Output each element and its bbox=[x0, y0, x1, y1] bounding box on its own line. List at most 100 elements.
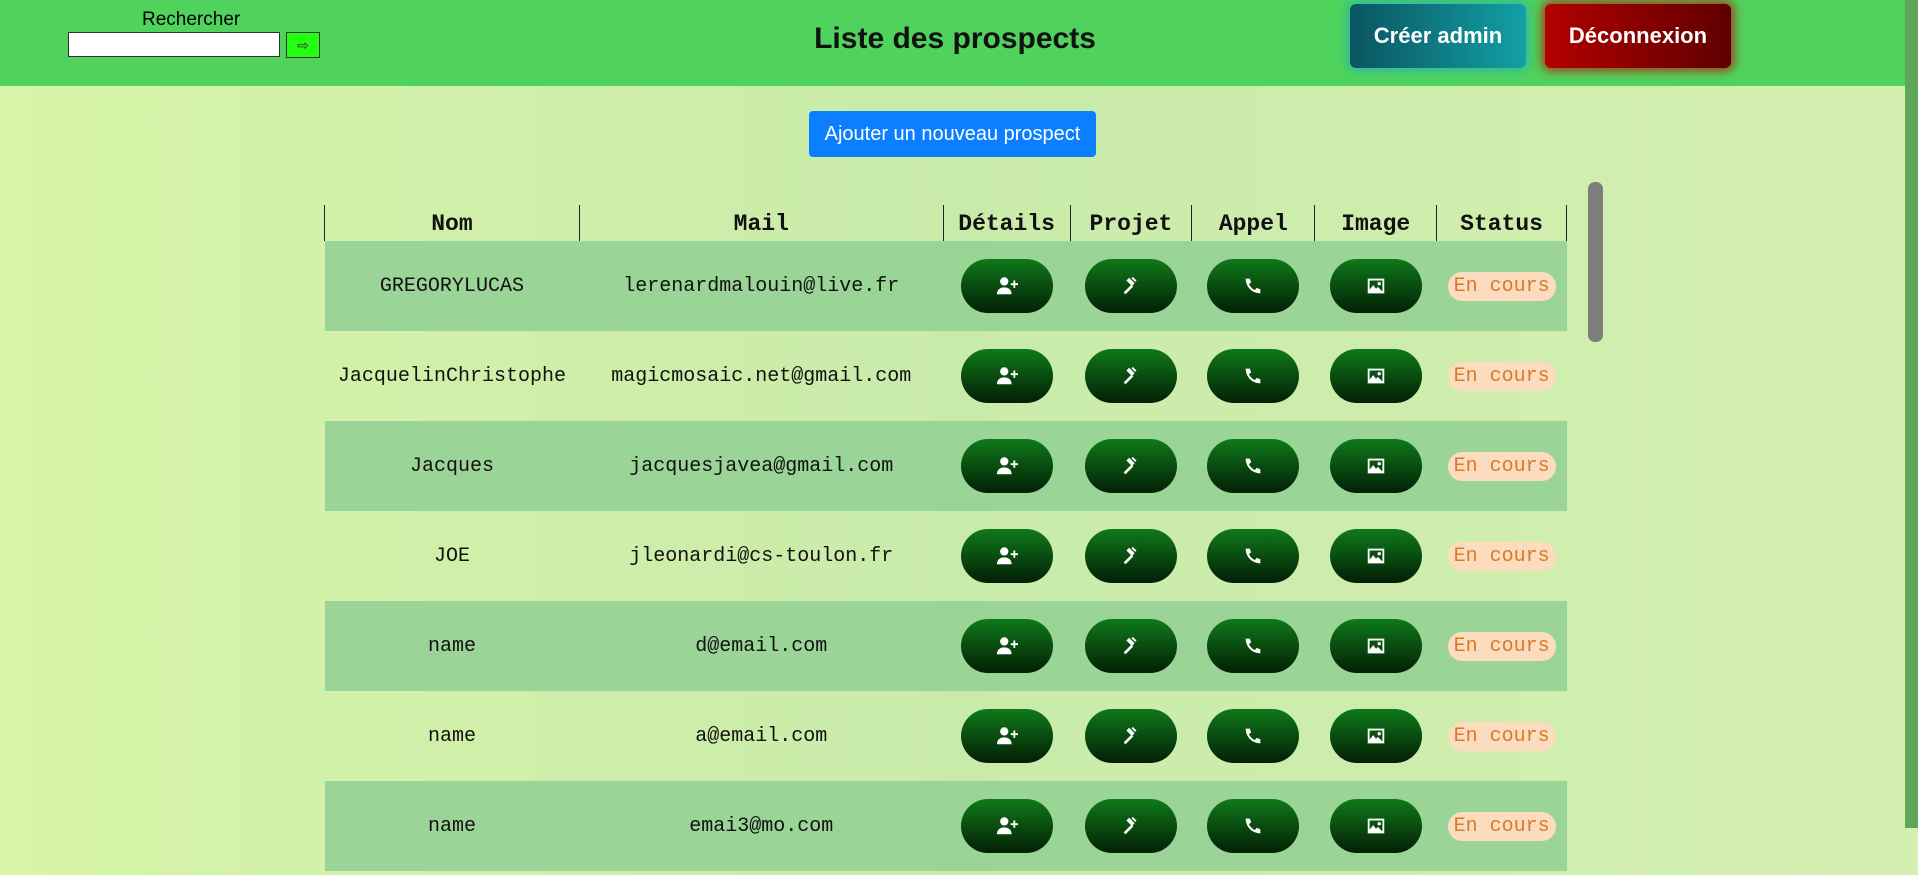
image-icon bbox=[1367, 548, 1384, 564]
table-row: JacquelinChristophe magicmosaic.net@gmai… bbox=[325, 331, 1567, 421]
call-button[interactable] bbox=[1207, 529, 1300, 583]
hammer-icon bbox=[1123, 366, 1137, 385]
prospect-mail: a@email.com bbox=[695, 724, 828, 748]
logout-button[interactable]: Déconnexion bbox=[1545, 4, 1731, 68]
top-header: Rechercher ⇨ Liste des prospects Créer a… bbox=[0, 0, 1905, 86]
column-header-mail: Mail bbox=[578, 205, 944, 241]
table-row: GREGORYLUCAS lerenardmalouin@live.fr En … bbox=[324, 241, 1567, 331]
prospect-name: JacquelinChristophe bbox=[337, 364, 566, 388]
search-input[interactable] bbox=[68, 32, 280, 57]
user-plus-icon bbox=[996, 727, 1018, 745]
user-plus-icon bbox=[996, 457, 1018, 475]
call-button[interactable] bbox=[1207, 709, 1300, 763]
phone-icon bbox=[1245, 368, 1261, 384]
status-badge: En cours bbox=[1447, 631, 1556, 661]
prospect-mail: magicmosaic.net@gmail.com bbox=[611, 364, 912, 388]
status-badge: En cours bbox=[1447, 361, 1556, 391]
project-button[interactable] bbox=[1084, 349, 1177, 403]
hammer-icon bbox=[1123, 456, 1137, 475]
table-scrollbar-thumb[interactable] bbox=[1588, 182, 1603, 342]
status-badge: En cours bbox=[1447, 541, 1556, 571]
column-header-projet: Projet bbox=[1069, 205, 1192, 241]
user-plus-icon bbox=[996, 367, 1018, 385]
page-edge-bar bbox=[1905, 0, 1918, 828]
image-button[interactable] bbox=[1329, 259, 1422, 313]
project-button[interactable] bbox=[1084, 619, 1177, 673]
prospect-mail: jacquesjavea@gmail.com bbox=[579, 421, 944, 511]
page-title: Liste des prospects bbox=[814, 22, 1096, 55]
details-button[interactable] bbox=[960, 799, 1053, 853]
status-badge: En cours bbox=[1447, 451, 1556, 481]
image-icon bbox=[1367, 458, 1384, 474]
image-button[interactable] bbox=[1329, 619, 1422, 673]
phone-icon bbox=[1245, 278, 1261, 294]
details-button[interactable] bbox=[960, 529, 1053, 583]
table-header-row: Nom Mail Détails Projet Appel Image Stat… bbox=[324, 205, 1567, 241]
phone-icon bbox=[1245, 638, 1261, 654]
image-icon bbox=[1367, 728, 1384, 744]
hammer-icon bbox=[1123, 636, 1137, 655]
prospect-mail: d@email.com bbox=[579, 601, 944, 691]
prospect-name: GREGORYLUCAS bbox=[324, 241, 580, 331]
call-button[interactable] bbox=[1207, 259, 1300, 313]
call-button[interactable] bbox=[1207, 349, 1300, 403]
column-header-image: Image bbox=[1314, 205, 1437, 241]
project-button[interactable] bbox=[1084, 529, 1177, 583]
details-button[interactable] bbox=[960, 259, 1053, 313]
prospect-mail: jleonardi@cs-toulon.fr bbox=[629, 544, 894, 568]
details-button[interactable] bbox=[960, 439, 1053, 493]
add-prospect-button[interactable]: Ajouter un nouveau prospect bbox=[809, 111, 1096, 157]
phone-icon bbox=[1245, 548, 1261, 564]
user-plus-icon bbox=[996, 547, 1018, 565]
prospect-name: name bbox=[427, 724, 476, 748]
table-row: JOE jleonardi@cs-toulon.fr En cours bbox=[325, 511, 1567, 601]
image-icon bbox=[1367, 368, 1384, 384]
prospect-name: Jacques bbox=[324, 421, 580, 511]
phone-icon bbox=[1245, 818, 1261, 834]
user-plus-icon bbox=[996, 277, 1018, 295]
phone-icon bbox=[1245, 728, 1261, 744]
details-button[interactable] bbox=[960, 709, 1053, 763]
hammer-icon bbox=[1123, 276, 1137, 295]
column-header-appel: Appel bbox=[1191, 205, 1315, 241]
call-button[interactable] bbox=[1207, 439, 1300, 493]
column-header-nom: Nom bbox=[324, 205, 580, 241]
project-button[interactable] bbox=[1084, 259, 1177, 313]
table-row: Jacques jacquesjavea@gmail.com En cours bbox=[324, 421, 1567, 511]
table-row: name emai3@mo.com En cours bbox=[324, 781, 1567, 871]
column-header-details: Détails bbox=[942, 205, 1071, 241]
search-button[interactable]: ⇨ bbox=[286, 32, 320, 58]
table-row: name d@email.com En cours bbox=[324, 601, 1567, 691]
hammer-icon bbox=[1123, 726, 1137, 745]
user-plus-icon bbox=[996, 637, 1018, 655]
status-badge: En cours bbox=[1447, 721, 1556, 751]
create-admin-button[interactable]: Créer admin bbox=[1350, 4, 1526, 68]
table-row: name a@email.com En cours bbox=[325, 691, 1567, 781]
status-badge: En cours bbox=[1447, 811, 1556, 841]
status-badge: En cours bbox=[1447, 271, 1556, 301]
details-button[interactable] bbox=[960, 619, 1053, 673]
column-header-status: Status bbox=[1436, 205, 1567, 241]
image-button[interactable] bbox=[1329, 709, 1422, 763]
project-button[interactable] bbox=[1084, 799, 1177, 853]
image-icon bbox=[1367, 638, 1384, 654]
user-plus-icon bbox=[996, 817, 1018, 835]
phone-icon bbox=[1245, 458, 1261, 474]
call-button[interactable] bbox=[1207, 619, 1300, 673]
image-button[interactable] bbox=[1329, 349, 1422, 403]
image-button[interactable] bbox=[1329, 799, 1422, 853]
project-button[interactable] bbox=[1084, 709, 1177, 763]
project-button[interactable] bbox=[1084, 439, 1177, 493]
prospects-table: Nom Mail Détails Projet Appel Image Stat… bbox=[324, 205, 1567, 871]
image-button[interactable] bbox=[1329, 439, 1422, 493]
prospect-name: JOE bbox=[433, 544, 470, 568]
prospects-table-container: Nom Mail Détails Projet Appel Image Stat… bbox=[324, 205, 1567, 875]
prospect-name: name bbox=[324, 781, 580, 871]
call-button[interactable] bbox=[1207, 799, 1300, 853]
search-label: Rechercher bbox=[142, 9, 241, 30]
image-button[interactable] bbox=[1329, 529, 1422, 583]
details-button[interactable] bbox=[960, 349, 1053, 403]
prospect-mail: lerenardmalouin@live.fr bbox=[579, 241, 944, 331]
image-icon bbox=[1367, 818, 1384, 834]
prospect-mail: emai3@mo.com bbox=[579, 781, 944, 871]
